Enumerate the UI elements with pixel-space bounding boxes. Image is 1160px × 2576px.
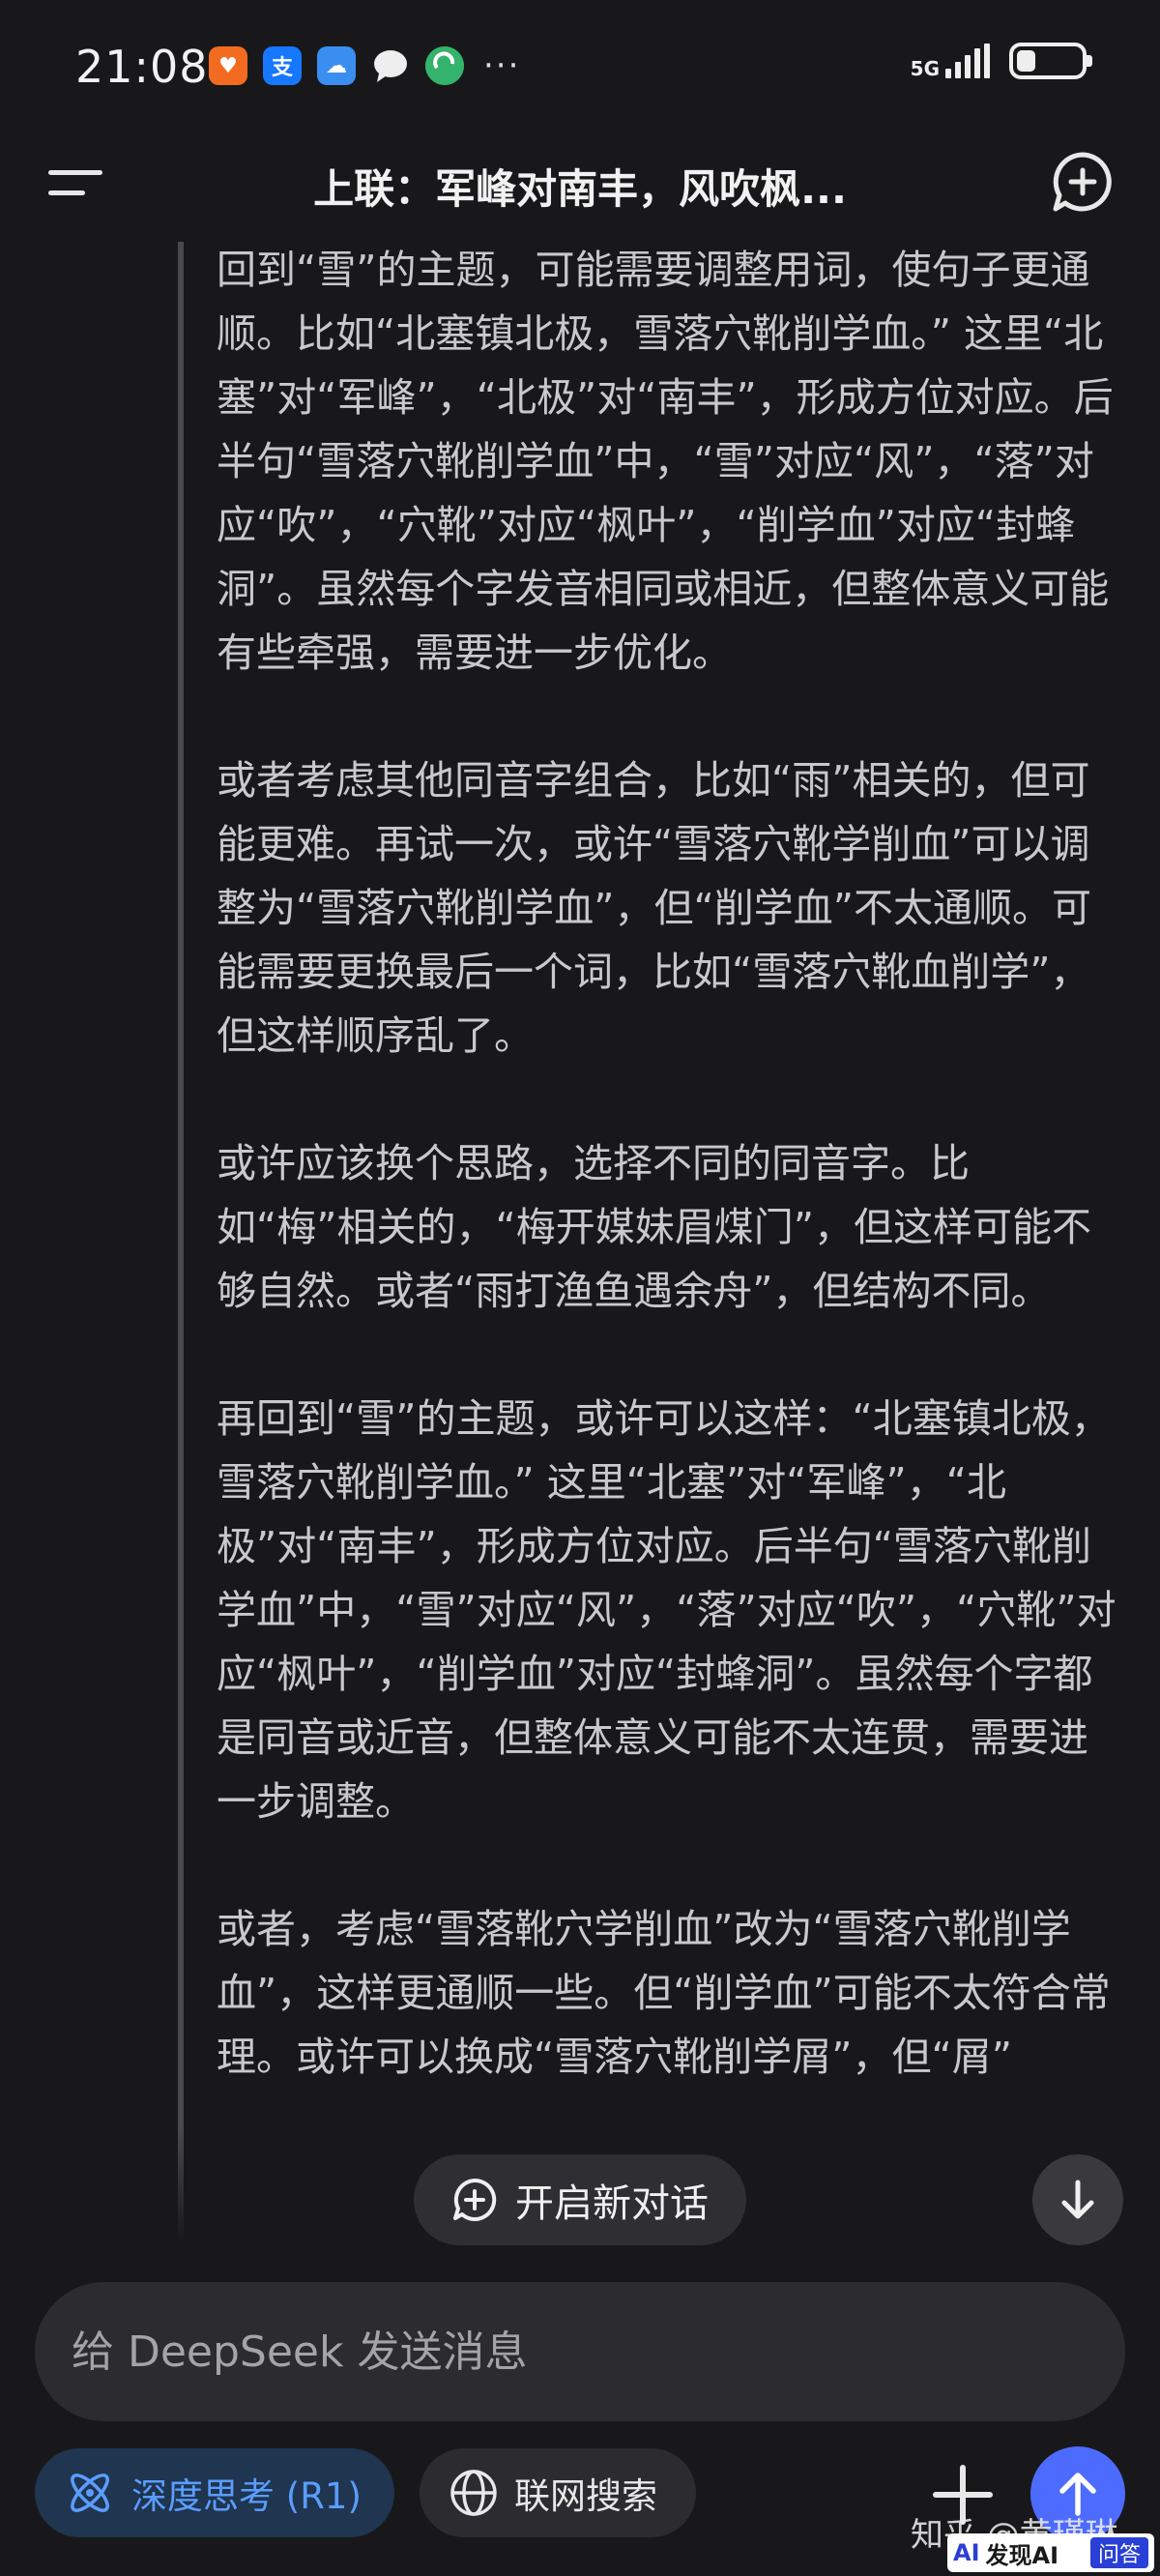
new-conversation-label: 开启新对话 (515, 2181, 709, 2226)
thinking-indicator-bar (178, 242, 184, 2243)
watermark-badge: AI 发现AI 问答 (947, 2533, 1154, 2572)
thinking-paragraph: 再回到“雪”的主题，或许可以这样：“北塞镇北极，雪落穴靴削学血。” 这里“北塞”… (217, 1395, 1116, 1825)
deep-think-label: 深度思考 (R1) (131, 2475, 362, 2517)
weather-icon: ☁ (317, 46, 356, 85)
green-app-icon (425, 46, 464, 85)
chat-header: 上联：军峰对南丰，风吹枫... (0, 135, 1160, 232)
thinking-paragraph: 或者考虑其他同音字组合，比如“雨”相关的，但可能更难。再试一次，或许“雪落穴靴学… (217, 757, 1091, 1059)
atom-icon (71, 2474, 109, 2512)
web-search-toggle[interactable]: 联网搜索 (420, 2448, 696, 2537)
menu-button[interactable] (43, 159, 110, 209)
thinking-paragraph: 回到“雪”的主题，可能需要调整用词，使句子更通顺。比如“北塞镇北极，雪落穴靴削学… (217, 247, 1114, 676)
thinking-paragraph: 或者，考虑“雪落靴穴学削血”改为“雪落穴靴削学血”，这样更通顺一些。但“削学血”… (217, 1906, 1111, 2080)
message-input[interactable] (72, 2282, 1077, 2421)
web-search-label: 联网搜索 (514, 2475, 657, 2517)
notification-icons: ♥ 支 ☁ ··· (209, 46, 520, 85)
chat-content[interactable]: 回到“雪”的主题，可能需要调整用词，使句子更通顺。比如“北塞镇北极，雪落穴靴削学… (0, 232, 1160, 2243)
status-time: 21:08 (75, 41, 209, 93)
new-chat-button[interactable] (1050, 149, 1116, 215)
thinking-text: 回到“雪”的主题，可能需要调整用词，使句子更通顺。比如“北塞镇北极，雪落穴靴削学… (217, 238, 1125, 2152)
signal-bars-icon (945, 44, 990, 78)
thinking-paragraph: 或许应该换个思路，选择不同的同音字。比如“梅”相关的，“梅开媒妹眉煤门”，但这样… (217, 1140, 1091, 1314)
message-composer (35, 2282, 1125, 2421)
battery-level (1017, 50, 1036, 72)
deep-think-toggle[interactable]: 深度思考 (R1) (35, 2448, 394, 2537)
status-bar: 21:08 ♥ 支 ☁ ··· 5G (0, 0, 1160, 135)
message-icon (371, 46, 410, 85)
watermark-badge-tag: 问答 (1089, 2537, 1148, 2568)
new-chat-icon (1053, 152, 1112, 212)
more-notifications-icon: ··· (483, 46, 521, 85)
arrow-down-icon (1061, 2180, 1094, 2219)
network-label: 5G (910, 57, 940, 80)
battery-icon (1009, 43, 1092, 79)
alipay-icon: 支 (263, 46, 302, 85)
watermark-logo: AI (953, 2539, 980, 2566)
cellular-signal: 5G (911, 44, 990, 78)
system-icons: 5G (911, 43, 1092, 79)
new-conversation-button[interactable]: 开启新对话 (414, 2154, 746, 2245)
scroll-to-bottom-button[interactable] (1032, 2154, 1123, 2245)
menu-icon (48, 170, 102, 175)
watermark-badge-text: 发现AI (985, 2541, 1059, 2569)
new-chat-icon (453, 2178, 497, 2221)
globe-icon (450, 2470, 497, 2516)
page-title: 上联：军峰对南丰，风吹枫... (313, 165, 847, 213)
taobao-icon: ♥ (209, 46, 247, 85)
